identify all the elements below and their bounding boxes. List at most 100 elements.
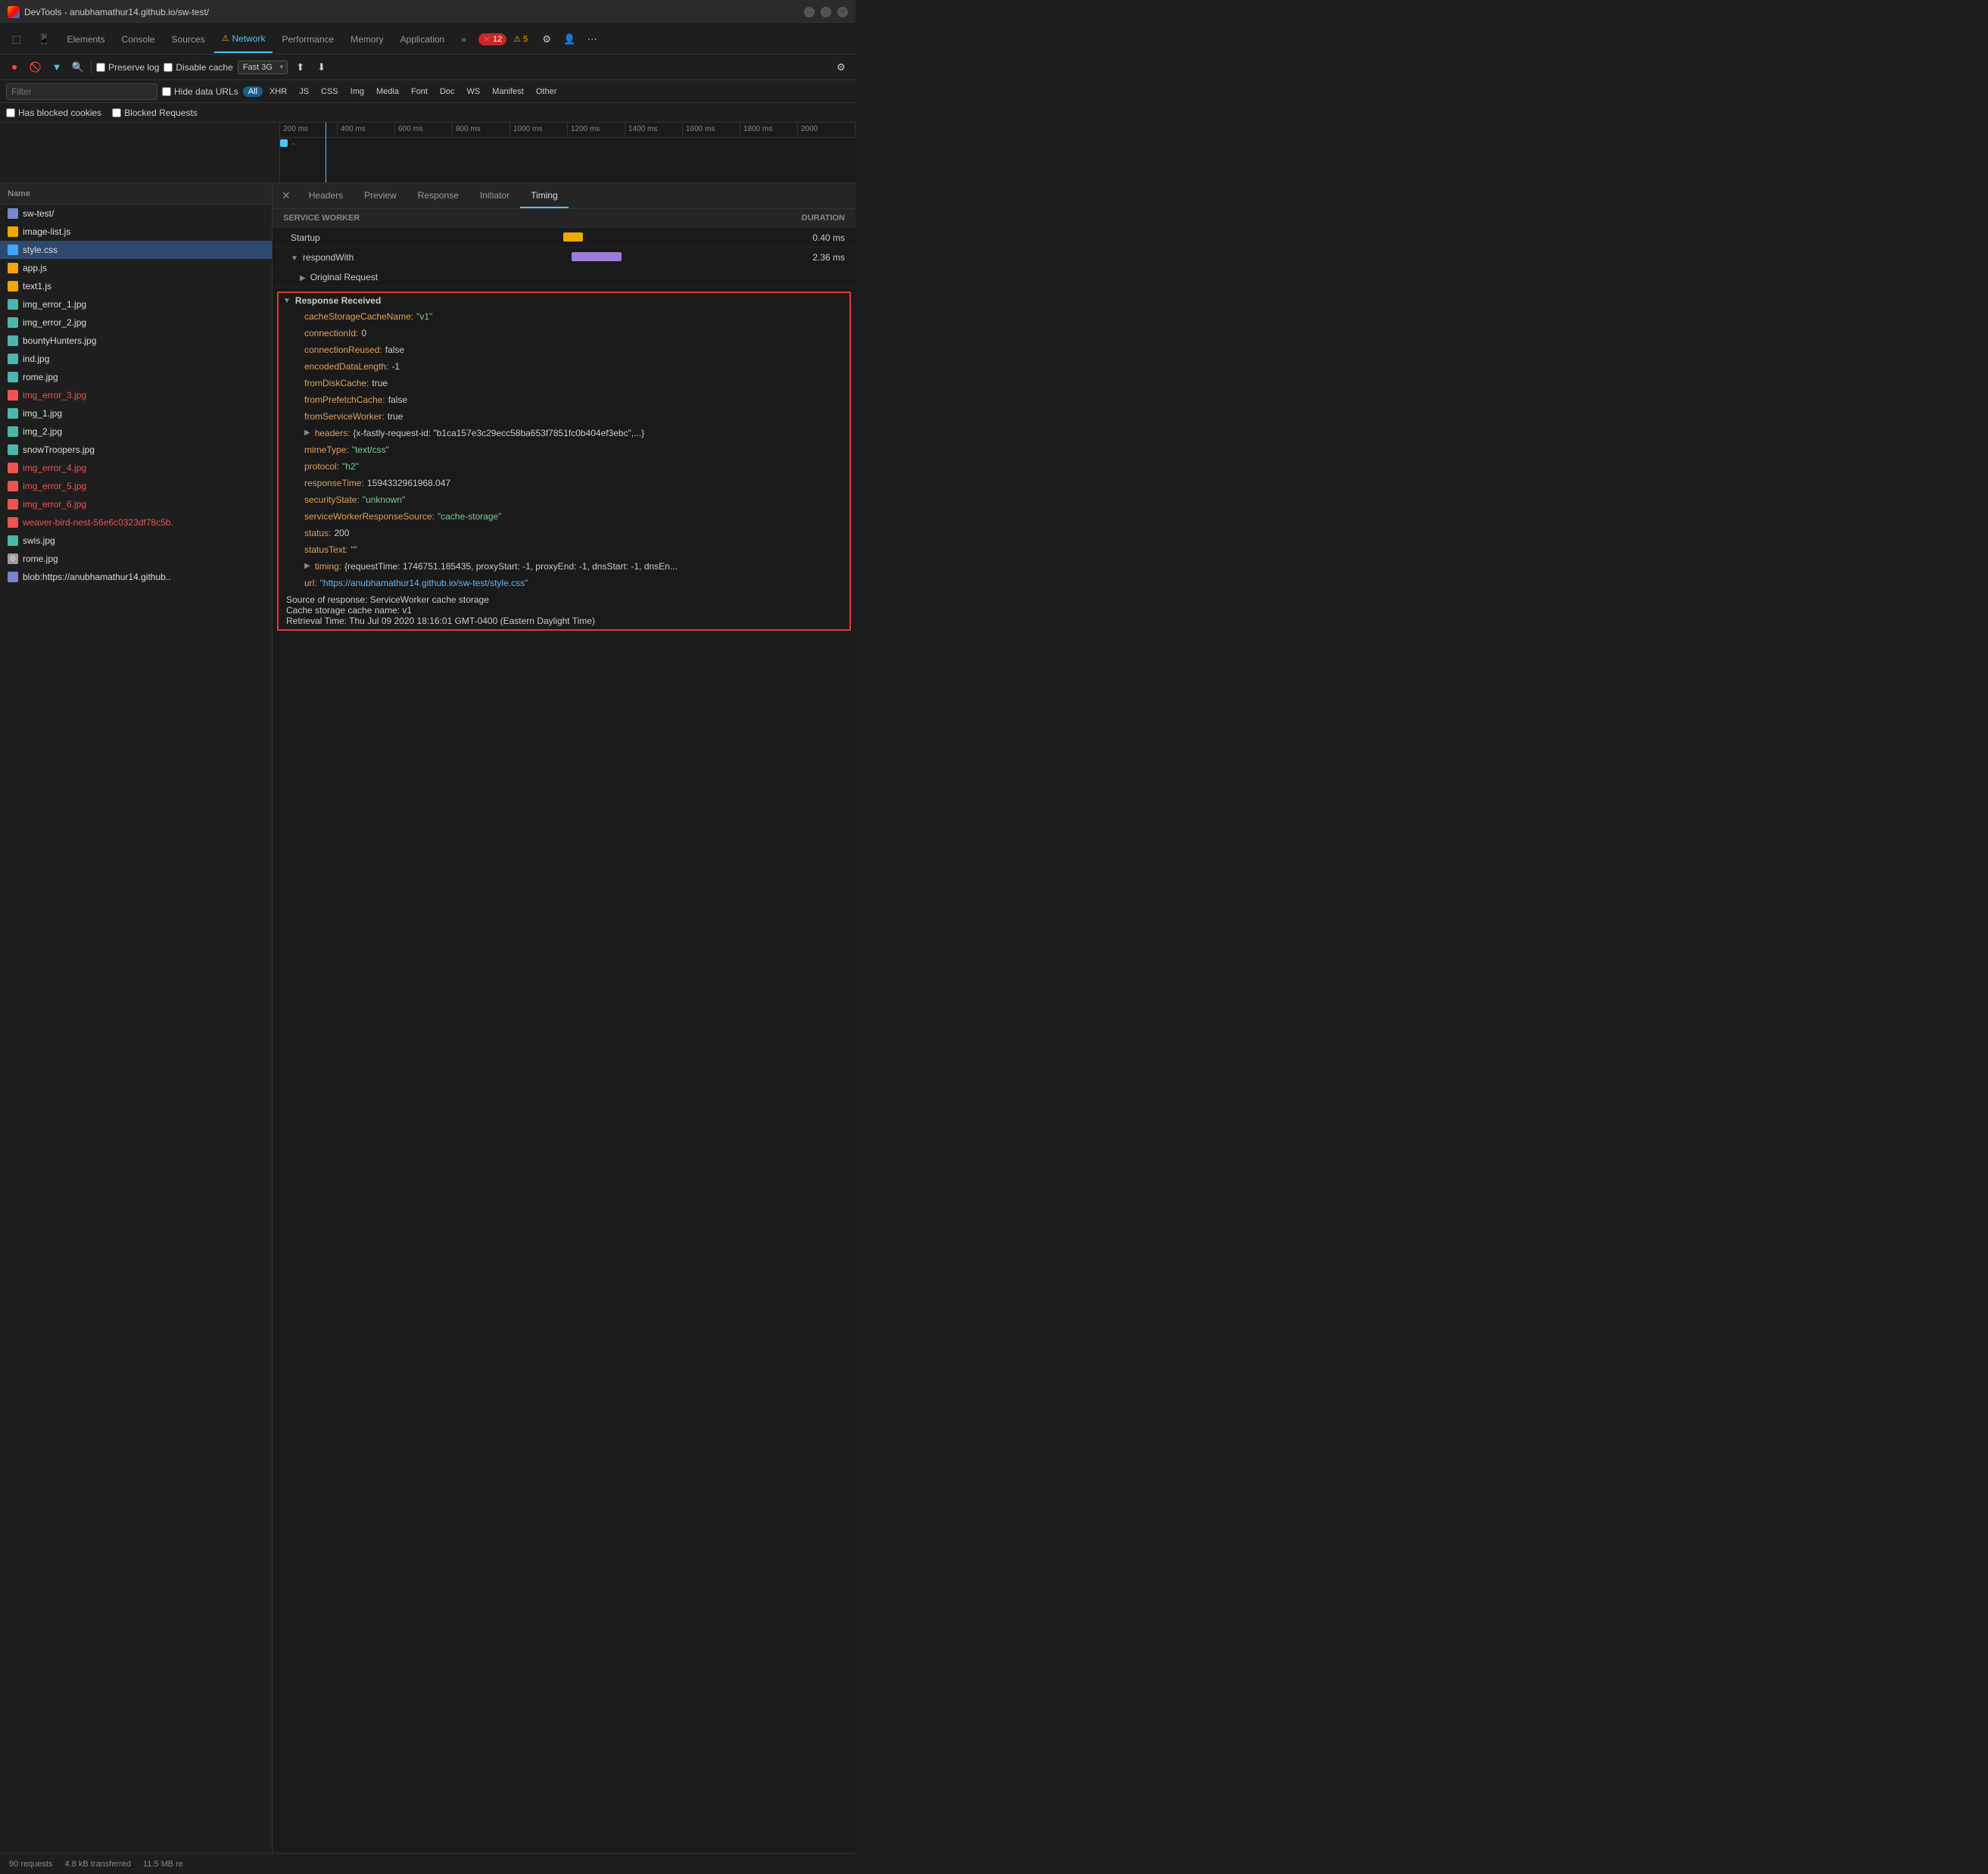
expand-arrow-timing-detail[interactable]: ▶	[304, 559, 310, 574]
file-ind[interactable]: ind.jpg	[0, 350, 272, 368]
file-img-error-4[interactable]: img_error_4.jpg	[0, 459, 272, 477]
filter-other[interactable]: Other	[531, 86, 562, 97]
file-img-error-6[interactable]: img_error_6.jpg	[0, 495, 272, 513]
file-name-img-error-6: img_error_6.jpg	[23, 499, 86, 510]
file-img-error-5[interactable]: img_error_5.jpg	[0, 477, 272, 495]
timing-startup-bar-area	[389, 232, 777, 243]
response-response-time-row: responseTime: 1594332961968.047	[297, 475, 849, 491]
file-icon-swis	[8, 535, 18, 546]
file-rome[interactable]: rome.jpg	[0, 368, 272, 386]
tab-timing[interactable]: Timing	[520, 184, 569, 208]
file-icon-sw-test	[8, 208, 18, 219]
file-rome-gear[interactable]: ⚙ rome.jpg	[0, 550, 272, 568]
window-controls[interactable]: — □ ✕	[804, 7, 848, 17]
file-img-1[interactable]: img_1.jpg	[0, 404, 272, 423]
search-button[interactable]: 🔍	[70, 59, 86, 76]
filter-xhr[interactable]: XHR	[264, 86, 292, 97]
filter-input-wrap[interactable]	[6, 83, 157, 100]
blocked-requests-checkbox[interactable]: Blocked Requests	[112, 108, 198, 118]
filter-all[interactable]: All	[243, 86, 263, 97]
file-style-css[interactable]: style.css	[0, 241, 272, 259]
hide-data-urls-input[interactable]	[162, 87, 171, 96]
file-icon-rome-gear: ⚙	[8, 553, 18, 564]
filter-js[interactable]: JS	[294, 86, 314, 97]
tab-more[interactable]: »	[453, 26, 474, 53]
tab-performance[interactable]: Performance	[274, 26, 341, 53]
filter-font[interactable]: Font	[406, 86, 433, 97]
record-button[interactable]: ⏺	[6, 59, 23, 76]
filter-ws[interactable]: WS	[462, 86, 486, 97]
file-image-list[interactable]: image-list.js	[0, 223, 272, 241]
has-blocked-cookies-checkbox[interactable]: Has blocked cookies	[6, 108, 101, 118]
file-text1-js[interactable]: text1.js	[0, 277, 272, 295]
tab-headers[interactable]: Headers	[298, 184, 354, 208]
settings-icon[interactable]: ⚙	[536, 29, 557, 50]
hide-data-urls-checkbox[interactable]: Hide data URLs	[162, 86, 238, 97]
tab-inspector[interactable]: ⬚	[5, 26, 29, 53]
disable-cache-input[interactable]	[164, 63, 173, 72]
tick-1200: 1200 ms	[568, 123, 625, 137]
filter-img[interactable]: Img	[345, 86, 369, 97]
timing-startup-value: 0.40 ms	[784, 232, 845, 243]
timeline-dash: -	[292, 139, 295, 148]
tab-console[interactable]: Console	[114, 26, 163, 53]
file-img-2[interactable]: img_2.jpg	[0, 423, 272, 441]
settings-gear-icon[interactable]: ⚙	[833, 59, 849, 76]
maximize-button[interactable]: □	[821, 7, 831, 17]
expand-arrow-original[interactable]: ▶	[300, 274, 306, 282]
file-snow-troopers[interactable]: snowTroopers.jpg	[0, 441, 272, 459]
file-sw-test[interactable]: sw-test/	[0, 204, 272, 223]
app-icon	[8, 6, 20, 18]
minimize-button[interactable]: —	[804, 7, 815, 17]
user-icon[interactable]: 👤	[559, 29, 580, 50]
has-blocked-cookies-input[interactable]	[6, 108, 15, 117]
expand-arrow-respond[interactable]: ▼	[291, 254, 298, 263]
filter-icon[interactable]: ▼	[48, 59, 65, 76]
filter-doc[interactable]: Doc	[435, 86, 460, 97]
filter-css[interactable]: CSS	[316, 86, 344, 97]
response-protocol-row: protocol: "h2"	[297, 458, 849, 475]
file-icon-ind	[8, 354, 18, 364]
file-img-error-2[interactable]: img_error_2.jpg	[0, 313, 272, 332]
tab-elements[interactable]: Elements	[59, 26, 112, 53]
expand-arrow-response-received[interactable]: ▼	[283, 297, 291, 305]
file-swis[interactable]: swis.jpg	[0, 532, 272, 550]
preserve-log-checkbox[interactable]: Preserve log	[96, 62, 159, 73]
upload-icon[interactable]: ⬆	[292, 59, 309, 76]
tab-application[interactable]: Application	[393, 26, 453, 53]
error-badge: ✕ 12	[478, 33, 506, 45]
response-received-box: ▼ Response Received cacheStorageCacheNam…	[277, 292, 851, 631]
timeline-area[interactable]: 200 ms 400 ms 600 ms 800 ms 1000 ms 1200…	[0, 123, 855, 183]
tab-initiator[interactable]: Initiator	[469, 184, 520, 208]
filter-manifest[interactable]: Manifest	[487, 86, 529, 97]
blocked-requests-input[interactable]	[112, 108, 121, 117]
throttle-select-wrap[interactable]: Fast 3G	[238, 61, 288, 74]
download-icon[interactable]: ⬇	[313, 59, 330, 76]
file-weaver-bird[interactable]: weaver-bird-nest-56e6c0323df78c5b.	[0, 513, 272, 532]
filter-media[interactable]: Media	[371, 86, 404, 97]
more-icon[interactable]: ⋯	[581, 29, 603, 50]
tab-bar: ⬚ 📱 Elements Console Sources ⚠ Network P…	[0, 24, 855, 55]
file-app-js[interactable]: app.js	[0, 259, 272, 277]
expand-arrow-headers[interactable]: ▶	[304, 426, 310, 441]
tab-sources[interactable]: Sources	[164, 26, 213, 53]
file-name-sw-test: sw-test/	[23, 208, 54, 219]
tab-preview[interactable]: Preview	[354, 184, 407, 208]
tab-response[interactable]: Response	[407, 184, 469, 208]
throttle-select[interactable]: Fast 3G	[238, 61, 288, 74]
close-button[interactable]: ✕	[837, 7, 848, 17]
file-img-error-1[interactable]: img_error_1.jpg	[0, 295, 272, 313]
file-img-error-3[interactable]: img_error_3.jpg	[0, 386, 272, 404]
tab-memory[interactable]: Memory	[343, 26, 391, 53]
file-bounty-hunters[interactable]: bountyHunters.jpg	[0, 332, 272, 350]
panel-close-button[interactable]: ✕	[277, 189, 295, 202]
tab-device[interactable]: 📱	[30, 26, 58, 53]
tab-network[interactable]: ⚠ Network	[214, 26, 273, 53]
preserve-log-input[interactable]	[96, 63, 105, 72]
tick-600: 600 ms	[395, 123, 453, 137]
file-panel: Name sw-test/ image-list.js style.css ap…	[0, 183, 273, 1853]
file-blob[interactable]: blob:https://anubhamathur14.github..	[0, 568, 272, 586]
clear-button[interactable]: 🚫	[27, 59, 44, 76]
disable-cache-checkbox[interactable]: Disable cache	[164, 62, 232, 73]
filter-input[interactable]	[11, 86, 152, 97]
